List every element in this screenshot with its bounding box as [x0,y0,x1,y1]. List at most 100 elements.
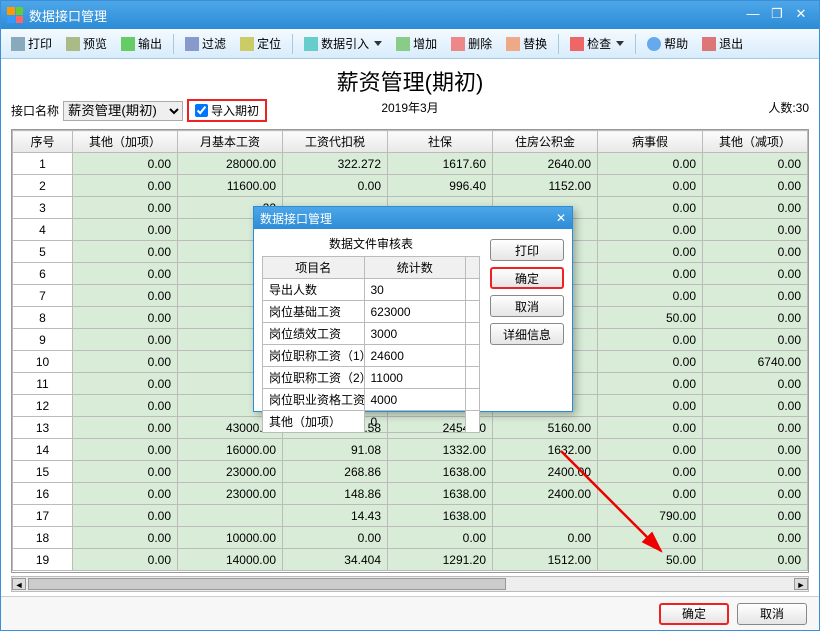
table-row[interactable]: 190.0014000.0034.4041291.201512.0050.000… [13,549,808,571]
cell[interactable]: 23000.00 [178,461,283,483]
dialog-ok-button[interactable]: 确定 [490,267,564,289]
cell[interactable]: 16 [13,483,73,505]
cell[interactable]: 0.00 [598,461,703,483]
cell[interactable]: 0.00 [703,461,808,483]
cell[interactable]: 0.00 [703,263,808,285]
preview-button[interactable]: 预览 [60,32,113,55]
cell[interactable]: 322.272 [283,153,388,175]
exit-button[interactable]: 退出 [696,32,749,55]
cell[interactable]: 1638.00 [388,505,493,527]
cell[interactable]: 14 [13,439,73,461]
cell[interactable]: 0.00 [703,329,808,351]
cell[interactable]: 0.00 [703,241,808,263]
cell[interactable]: 0.00 [73,483,178,505]
cell[interactable]: 0.00 [73,153,178,175]
cell[interactable]: 0.00 [73,197,178,219]
cell[interactable]: 23000.00 [178,483,283,505]
cell[interactable]: 0.00 [73,285,178,307]
cell[interactable]: 996.40 [388,175,493,197]
scroll-left-icon[interactable]: ◄ [12,578,26,590]
cell[interactable]: 0.00 [703,197,808,219]
locate-button[interactable]: 定位 [234,32,287,55]
cell[interactable]: 12 [13,395,73,417]
cell[interactable] [493,505,598,527]
cell[interactable]: 0.00 [73,307,178,329]
cell[interactable]: 0.00 [703,307,808,329]
interface-select[interactable]: 薪资管理(期初) [63,101,183,121]
import-button[interactable]: 数据引入 [298,32,388,55]
cell[interactable]: 6 [13,263,73,285]
replace-button[interactable]: 替换 [500,32,553,55]
ok-button[interactable]: 确定 [659,603,729,625]
cell[interactable]: 0.00 [73,527,178,549]
horizontal-scrollbar[interactable]: ◄ ► [11,576,809,592]
cell[interactable]: 1638.00 [388,483,493,505]
table-row[interactable]: 170.0014.431638.00790.000.00 [13,505,808,527]
cell[interactable]: 11600.00 [178,175,283,197]
cell[interactable]: 14.43 [283,505,388,527]
cell[interactable]: 16000.00 [178,439,283,461]
print-button[interactable]: 打印 [5,32,58,55]
cell[interactable]: 1638.00 [388,461,493,483]
cell[interactable]: 790.00 [598,505,703,527]
cell[interactable]: 11 [13,373,73,395]
table-row[interactable]: 10.0028000.00322.2721617.602640.000.000.… [13,153,808,175]
cell[interactable]: 0.00 [703,417,808,439]
cell[interactable]: 2640.00 [493,153,598,175]
minimize-button[interactable]: — [741,6,765,24]
cell[interactable]: 34.404 [283,549,388,571]
import-initial-check[interactable] [195,104,208,117]
cell[interactable]: 0.00 [73,439,178,461]
cell[interactable]: 0.00 [388,527,493,549]
cell[interactable]: 0.00 [598,329,703,351]
cell[interactable]: 0.00 [703,285,808,307]
table-row[interactable]: 20.0011600.000.00996.401152.000.000.00 [13,175,808,197]
cell[interactable]: 13 [13,417,73,439]
cell[interactable]: 0.00 [703,153,808,175]
table-row[interactable]: 180.0010000.000.000.000.000.000.00 [13,527,808,549]
dialog-detail-button[interactable]: 详细信息 [490,323,564,345]
cell[interactable]: 0.00 [598,483,703,505]
cell[interactable]: 268.86 [283,461,388,483]
cell[interactable]: 0.00 [73,373,178,395]
cell[interactable]: 0.00 [73,219,178,241]
col-header[interactable]: 住房公积金 [493,131,598,153]
cell[interactable]: 0.00 [73,263,178,285]
check-button[interactable]: 检查 [564,32,630,55]
cell[interactable]: 0.00 [598,395,703,417]
cell[interactable]: 0.00 [73,417,178,439]
cell[interactable]: 0.00 [598,175,703,197]
cell[interactable]: 0.00 [73,175,178,197]
cell[interactable]: 2400.00 [493,483,598,505]
cell[interactable]: 6740.00 [703,351,808,373]
cell[interactable]: 0.00 [73,505,178,527]
close-button[interactable]: ✕ [789,6,813,24]
cell[interactable]: 0.00 [73,241,178,263]
cell[interactable]: 0.00 [703,549,808,571]
cell[interactable]: 0.00 [598,373,703,395]
dialog-cancel-button[interactable]: 取消 [490,295,564,317]
cell[interactable]: 1512.00 [493,549,598,571]
cell[interactable]: 15 [13,461,73,483]
export-button[interactable]: 输出 [115,32,168,55]
cell[interactable]: 14000.00 [178,549,283,571]
cell[interactable]: 0.00 [598,417,703,439]
cell[interactable]: 8 [13,307,73,329]
cell[interactable]: 7 [13,285,73,307]
table-row[interactable]: 140.0016000.0091.081332.001632.000.000.0… [13,439,808,461]
table-row[interactable]: 160.0023000.00148.861638.002400.000.000.… [13,483,808,505]
cell[interactable]: 0.00 [73,461,178,483]
add-button[interactable]: 增加 [390,32,443,55]
cell[interactable]: 0.00 [73,329,178,351]
cell[interactable]: 0.00 [703,219,808,241]
cell[interactable]: 4 [13,219,73,241]
col-header[interactable]: 工资代扣税 [283,131,388,153]
cell[interactable]: 0.00 [703,439,808,461]
cell[interactable] [178,505,283,527]
cell[interactable]: 0.00 [703,175,808,197]
cell[interactable]: 0.00 [598,527,703,549]
maximize-button[interactable]: ❐ [765,6,789,24]
cell[interactable]: 0.00 [703,483,808,505]
cell[interactable]: 0.00 [703,527,808,549]
delete-button[interactable]: 删除 [445,32,498,55]
